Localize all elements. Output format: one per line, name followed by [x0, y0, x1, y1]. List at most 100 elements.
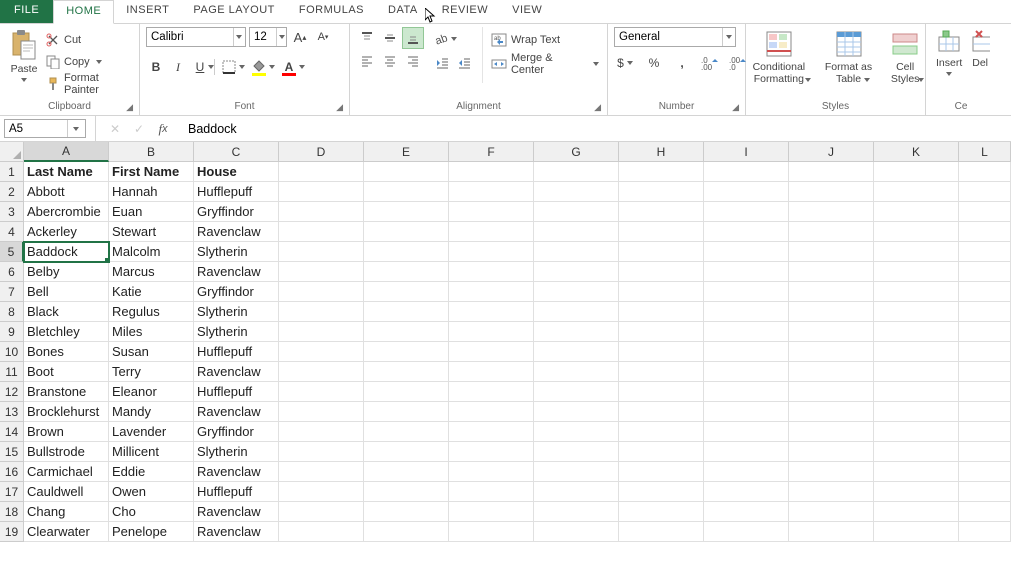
cell[interactable] [534, 262, 619, 282]
cell[interactable] [874, 262, 959, 282]
cell[interactable] [619, 282, 704, 302]
cell[interactable]: Bones [24, 342, 109, 362]
cell[interactable] [789, 522, 874, 542]
column-header-A[interactable]: A [24, 142, 109, 162]
cell[interactable] [449, 382, 534, 402]
cell[interactable] [959, 442, 1011, 462]
cell[interactable]: Marcus [109, 262, 194, 282]
cell[interactable] [704, 422, 789, 442]
insert-cells-button[interactable]: Insert [932, 27, 966, 81]
row-header[interactable]: 13 [0, 402, 24, 422]
cell[interactable]: Millicent [109, 442, 194, 462]
cell[interactable] [364, 442, 449, 462]
column-header-C[interactable]: C [194, 142, 279, 162]
decrease-indent-button[interactable] [432, 53, 452, 73]
cell[interactable]: Ravenclaw [194, 462, 279, 482]
row-header[interactable]: 2 [0, 182, 24, 202]
cell[interactable] [534, 502, 619, 522]
cell[interactable]: Slytherin [194, 442, 279, 462]
font-name-combo[interactable] [146, 27, 246, 47]
cell[interactable] [959, 342, 1011, 362]
cell[interactable] [364, 202, 449, 222]
tab-page-layout[interactable]: PAGE LAYOUT [181, 0, 287, 23]
cell[interactable] [449, 322, 534, 342]
cell[interactable]: Lavender [109, 422, 194, 442]
cell[interactable]: Stewart [109, 222, 194, 242]
cell[interactable] [874, 402, 959, 422]
cell[interactable] [704, 322, 789, 342]
cell[interactable]: Bullstrode [24, 442, 109, 462]
cell[interactable]: Abercrombie [24, 202, 109, 222]
cell[interactable]: Carmichael [24, 462, 109, 482]
cell[interactable]: Abbott [24, 182, 109, 202]
cell[interactable] [619, 262, 704, 282]
cell[interactable] [534, 362, 619, 382]
cell[interactable] [874, 362, 959, 382]
cell[interactable] [704, 502, 789, 522]
cell[interactable]: Branstone [24, 382, 109, 402]
cell[interactable] [789, 442, 874, 462]
cell[interactable] [704, 242, 789, 262]
cell[interactable] [789, 262, 874, 282]
cell[interactable]: Belby [24, 262, 109, 282]
cell[interactable] [704, 402, 789, 422]
cell[interactable]: Owen [109, 482, 194, 502]
merge-center-button[interactable]: Merge & Center [491, 53, 601, 75]
cell[interactable] [534, 162, 619, 182]
cell[interactable]: Gryffindor [194, 202, 279, 222]
fill-color-button[interactable] [249, 57, 269, 77]
cell[interactable] [874, 382, 959, 402]
increase-font-button[interactable]: A▴ [290, 27, 310, 47]
cell[interactable]: Ravenclaw [194, 402, 279, 422]
cell[interactable]: Miles [109, 322, 194, 342]
cell[interactable] [619, 222, 704, 242]
cell[interactable] [789, 182, 874, 202]
cell[interactable] [534, 522, 619, 542]
cell[interactable] [279, 342, 364, 362]
cell[interactable]: Regulus [109, 302, 194, 322]
cell[interactable] [364, 322, 449, 342]
cell[interactable] [619, 382, 704, 402]
cell[interactable] [449, 502, 534, 522]
row-header[interactable]: 8 [0, 302, 24, 322]
cell[interactable] [874, 182, 959, 202]
cell[interactable] [959, 422, 1011, 442]
cell[interactable] [279, 522, 364, 542]
insert-function-button[interactable]: fx [154, 120, 172, 138]
cell[interactable] [789, 482, 874, 502]
cell[interactable] [789, 282, 874, 302]
cell[interactable] [534, 442, 619, 462]
cell[interactable] [449, 242, 534, 262]
chevron-down-icon[interactable] [233, 28, 245, 46]
align-center-button[interactable] [379, 50, 401, 72]
cell[interactable] [449, 462, 534, 482]
formula-input[interactable] [182, 116, 1011, 141]
cell[interactable]: Brocklehurst [24, 402, 109, 422]
cell[interactable] [789, 222, 874, 242]
cell[interactable] [619, 162, 704, 182]
cell[interactable] [619, 342, 704, 362]
row-header[interactable]: 12 [0, 382, 24, 402]
cell[interactable] [874, 202, 959, 222]
tab-file[interactable]: FILE [0, 0, 53, 23]
cell[interactable] [279, 262, 364, 282]
cell[interactable] [789, 402, 874, 422]
cell[interactable] [534, 382, 619, 402]
cell[interactable] [619, 202, 704, 222]
cell[interactable] [449, 302, 534, 322]
cell[interactable] [704, 282, 789, 302]
comma-button[interactable]: , [670, 53, 694, 73]
tab-review[interactable]: REVIEW [430, 0, 500, 23]
cell[interactable] [449, 182, 534, 202]
cell[interactable] [279, 222, 364, 242]
tab-insert[interactable]: INSERT [114, 0, 181, 23]
wrap-text-button[interactable]: ab Wrap Text [491, 29, 601, 51]
row-header[interactable]: 7 [0, 282, 24, 302]
column-header-F[interactable]: F [449, 142, 534, 162]
cell[interactable] [789, 342, 874, 362]
cell[interactable]: Slytherin [194, 302, 279, 322]
increase-decimal-button[interactable]: .0.00 [698, 53, 722, 73]
cell[interactable] [534, 402, 619, 422]
clipboard-launcher-icon[interactable]: ◢ [126, 102, 133, 113]
cell[interactable] [449, 422, 534, 442]
